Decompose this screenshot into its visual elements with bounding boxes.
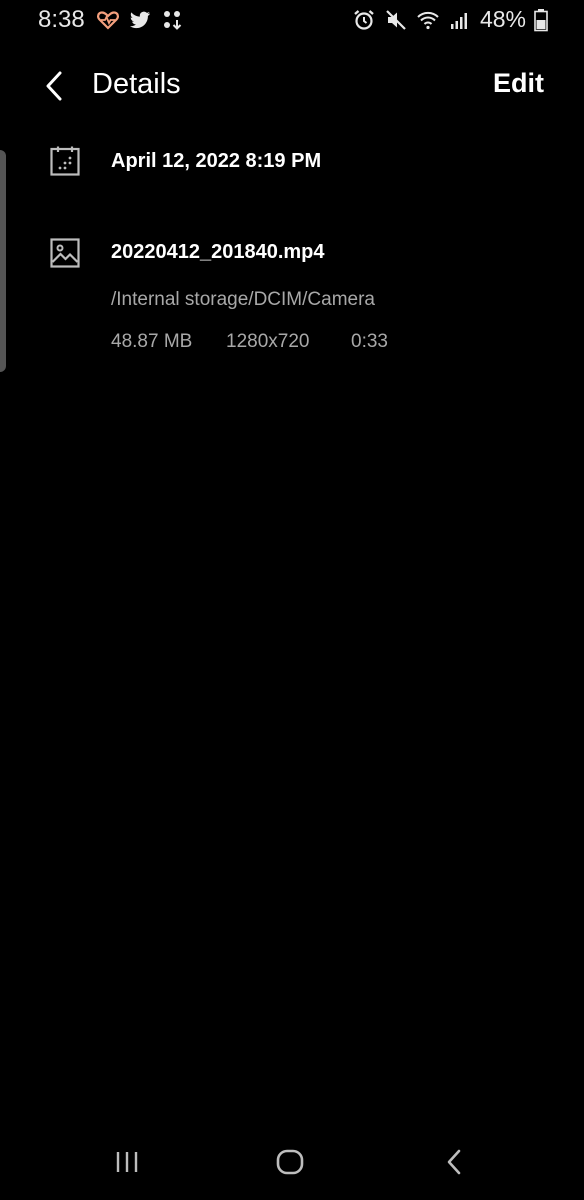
app-update-icon — [160, 8, 184, 32]
file-name-text: 20220412_201840.mp4 — [111, 241, 325, 263]
file-path-text: /Internal storage/DCIM/Camera — [111, 289, 375, 310]
back-button[interactable] — [36, 66, 72, 106]
status-left-icons — [96, 8, 184, 32]
alarm-icon — [352, 8, 376, 32]
recent-apps-button[interactable] — [107, 1144, 147, 1180]
date-time-text: April 12, 2022 8:19 PM — [111, 150, 322, 172]
chevron-left-icon — [46, 71, 62, 101]
app-bar: Details Edit — [0, 56, 584, 116]
calendar-icon — [50, 146, 80, 176]
scroll-indicator[interactable] — [0, 150, 6, 372]
battery-icon — [534, 8, 548, 32]
page-title: Details — [92, 68, 181, 100]
status-bar: 8:38 48% — [0, 0, 584, 40]
home-button[interactable] — [270, 1144, 310, 1180]
twitter-icon — [128, 8, 152, 32]
battery-percent: 48% — [479, 6, 526, 32]
image-icon — [50, 238, 80, 268]
nav-back-button[interactable] — [434, 1144, 474, 1180]
signal-icon — [448, 8, 472, 32]
status-right-icons: 48% — [352, 6, 548, 33]
heart-pulse-icon — [96, 8, 120, 32]
edit-button[interactable]: Edit — [493, 68, 544, 99]
back-icon — [447, 1149, 461, 1175]
file-size-text: 48.87 MB — [111, 331, 193, 352]
mute-icon — [384, 8, 408, 32]
duration-text: 0:33 — [351, 331, 388, 352]
recent-apps-icon — [116, 1152, 138, 1172]
home-icon — [276, 1149, 304, 1175]
resolution-text: 1280x720 — [226, 331, 310, 352]
wifi-icon — [416, 8, 440, 32]
status-time: 8:38 — [38, 6, 85, 33]
navigation-bar — [0, 1130, 584, 1194]
